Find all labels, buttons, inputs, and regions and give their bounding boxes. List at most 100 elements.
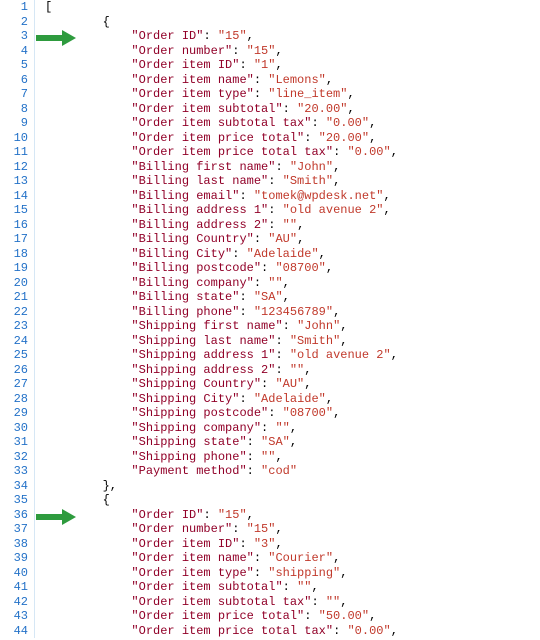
token-punct: , — [369, 609, 376, 623]
token-punct: , — [340, 595, 347, 609]
token-str: "SA" — [261, 435, 290, 449]
token-key: "Order number" — [131, 44, 232, 58]
token-str: "123456789" — [254, 305, 333, 319]
token-colon: : — [247, 450, 261, 464]
line-number: 12 — [0, 160, 28, 175]
code-line: "Shipping state": "SA", — [45, 435, 540, 450]
line-number: 31 — [0, 435, 28, 450]
token-colon: : — [232, 44, 246, 58]
token-colon: : — [275, 363, 289, 377]
token-colon: : — [254, 87, 268, 101]
token-str: "3" — [254, 537, 276, 551]
token-str: "08700" — [283, 406, 333, 420]
code-line: "Order item type": "shipping", — [45, 566, 540, 581]
code-line: "Order item ID": "3", — [45, 537, 540, 552]
token-key: "Shipping Country" — [131, 377, 261, 391]
token-key: "Order item subtotal" — [131, 102, 282, 116]
line-number: 8 — [0, 102, 28, 117]
line-number: 34 — [0, 479, 28, 494]
line-number: 7 — [0, 87, 28, 102]
token-punct: { — [103, 15, 110, 29]
line-number: 1 — [0, 0, 28, 15]
token-str: "Adelaide" — [247, 247, 319, 261]
line-number: 17 — [0, 232, 28, 247]
token-colon: : — [254, 73, 268, 87]
token-colon: : — [254, 232, 268, 246]
token-str: "shipping" — [268, 566, 340, 580]
code-line: "Order item subtotal": "20.00", — [45, 102, 540, 117]
token-key: "Shipping first name" — [131, 319, 282, 333]
token-colon: : — [304, 131, 318, 145]
code-line: "Shipping Country": "AU", — [45, 377, 540, 392]
token-key: "Shipping postcode" — [131, 406, 268, 420]
line-number: 9 — [0, 116, 28, 131]
token-colon: : — [203, 508, 217, 522]
code-area[interactable]: [ { "Order ID": "15", "Order number": "1… — [45, 0, 540, 638]
token-colon: : — [275, 348, 289, 362]
code-line: "Order item subtotal": "", — [45, 580, 540, 595]
code-line: "Billing City": "Adelaide", — [45, 247, 540, 262]
line-number: 23 — [0, 319, 28, 334]
token-key: "Order item type" — [131, 87, 253, 101]
token-str: "AU" — [268, 232, 297, 246]
token-key: "Billing City" — [131, 247, 232, 261]
token-key: "Order item name" — [131, 551, 253, 565]
token-str: "0.00" — [326, 116, 369, 130]
token-key: "Billing Country" — [131, 232, 253, 246]
token-str: "John" — [290, 160, 333, 174]
token-str: "15" — [247, 522, 276, 536]
token-key: "Order item price total tax" — [131, 145, 333, 159]
token-key: "Order item price total tax" — [131, 624, 333, 638]
line-number: 15 — [0, 203, 28, 218]
code-line: }, — [45, 479, 540, 494]
token-punct: , — [369, 131, 376, 145]
token-punct: , — [383, 203, 390, 217]
token-punct: , — [340, 319, 347, 333]
token-key: "Order item subtotal tax" — [131, 595, 311, 609]
line-number: 35 — [0, 493, 28, 508]
code-line: "Billing state": "SA", — [45, 290, 540, 305]
token-str: "" — [268, 276, 282, 290]
token-key: "Shipping state" — [131, 435, 246, 449]
code-editor: 1234567891011121314151617181920212223242… — [0, 0, 540, 638]
token-key: "Billing postcode" — [131, 261, 261, 275]
code-line: "Order ID": "15", — [45, 29, 540, 44]
line-number: 40 — [0, 566, 28, 581]
token-colon: : — [254, 551, 268, 565]
token-str: "" — [290, 363, 304, 377]
token-str: "Courier" — [268, 551, 333, 565]
token-colon: : — [239, 392, 253, 406]
token-punct: , — [326, 392, 333, 406]
line-number: 2 — [0, 15, 28, 30]
token-str: "1" — [254, 58, 276, 72]
token-punct: , — [333, 160, 340, 174]
token-punct: , — [391, 145, 398, 159]
token-colon: : — [239, 290, 253, 304]
gutter-separator — [34, 0, 35, 638]
token-str: "Adelaide" — [254, 392, 326, 406]
code-line: "Billing address 2": "", — [45, 218, 540, 233]
token-colon: : — [239, 58, 253, 72]
token-str: "" — [275, 421, 289, 435]
token-colon: : — [304, 609, 318, 623]
code-line: "Order number": "15", — [45, 44, 540, 59]
token-key: "Shipping last name" — [131, 334, 275, 348]
token-punct: , — [333, 551, 340, 565]
code-line: "Billing phone": "123456789", — [45, 305, 540, 320]
code-line: "Shipping first name": "John", — [45, 319, 540, 334]
token-str: "20.00" — [297, 102, 347, 116]
code-line: "Shipping address 1": "old avenue 2", — [45, 348, 540, 363]
line-number: 11 — [0, 145, 28, 160]
code-line: "Billing first name": "John", — [45, 160, 540, 175]
code-line: "Shipping address 2": "", — [45, 363, 540, 378]
token-colon: : — [311, 595, 325, 609]
token-key: "Billing address 1" — [131, 203, 268, 217]
token-str: "line_item" — [268, 87, 347, 101]
token-colon: : — [275, 160, 289, 174]
token-punct: , — [304, 363, 311, 377]
token-key: "Order item ID" — [131, 537, 239, 551]
token-str: "Smith" — [290, 334, 340, 348]
token-colon: : — [239, 537, 253, 551]
token-punct: , — [247, 29, 254, 43]
line-number: 32 — [0, 450, 28, 465]
